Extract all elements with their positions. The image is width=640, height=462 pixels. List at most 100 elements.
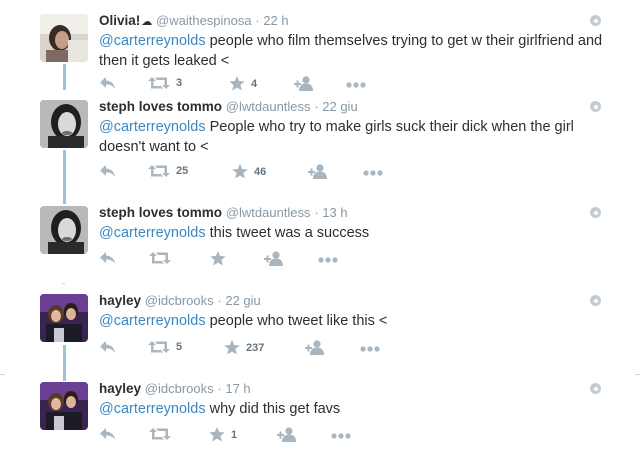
user-name[interactable]: Olivia! [99,13,140,28]
tweet-header: steph loves tommo @lwtdauntless · 13 h [99,205,348,220]
favorite-icon [210,251,226,266]
retweet-icon [148,77,170,89]
tweet-time[interactable]: · 22 giu [314,99,357,114]
settings-dot-icon[interactable] [590,101,601,112]
retweet-button[interactable]: 3 [148,76,182,90]
reply-icon [100,252,115,264]
favorite-count: 1 [231,428,238,441]
more-icon [331,433,351,439]
retweet-button[interactable]: 5 [148,340,182,354]
mention-link[interactable]: @carterreynolds [99,225,206,241]
retweet-count: 3 [176,77,183,89]
more-icon [318,257,338,263]
reply-button[interactable] [99,340,116,354]
settings-dot-icon[interactable] [590,207,601,218]
user-name[interactable]: steph loves tommo [99,205,222,220]
follow-icon [305,340,324,355]
favorite-count: 4 [251,77,258,90]
favorite-button[interactable]: 1 [209,427,237,442]
reply-button[interactable] [99,427,116,441]
tweet-body: why did this get favs [205,401,341,417]
thread-line [63,345,66,381]
user-name[interactable]: hayley [99,381,141,396]
tweet-time[interactable]: · 17 h [217,381,250,396]
follow-icon [264,251,283,266]
favorite-icon [229,76,245,91]
tweet-text: @carterreynolds People who try to make g… [99,118,604,157]
avatar[interactable] [40,206,88,254]
tweet-text: @carterreynolds people who tweet like th… [99,312,604,332]
more-icon [363,170,383,176]
avatar[interactable] [40,294,88,342]
tweet-header: steph loves tommo @lwtdauntless · 22 giu [99,99,358,114]
reply-icon [100,428,115,440]
user-handle[interactable]: @idcbrooks [145,293,214,308]
edge-mark [635,374,640,375]
settings-dot-icon[interactable] [590,295,601,306]
tweet-text: @carterreynolds this tweet was a success [99,224,604,244]
mention-link[interactable]: @carterreynolds [99,401,206,417]
settings-dot-icon[interactable] [590,383,601,394]
reply-icon [100,341,115,353]
favorite-button[interactable]: 237 [224,340,264,355]
follow-button[interactable] [294,76,314,91]
avatar[interactable] [40,382,88,430]
tweet-text: @carterreynolds people who film themselv… [99,32,604,71]
favorite-icon [224,340,240,355]
favorite-button[interactable]: 46 [232,164,266,179]
follow-icon [277,427,296,442]
reply-icon [100,165,115,177]
favorite-icon [209,427,225,442]
mention-link[interactable]: @carterreynolds [99,33,206,49]
follow-button[interactable] [308,164,328,179]
mention-link[interactable]: @carterreynolds [99,119,206,135]
avatar[interactable] [40,14,88,62]
tweet-time[interactable]: · 22 giu [217,293,260,308]
user-handle[interactable]: @waithespinosa [156,13,252,28]
retweet-count: 5 [176,341,183,353]
follow-button[interactable] [264,251,284,266]
tweet-time[interactable]: · 13 h [314,205,347,220]
user-handle[interactable]: @lwtdauntless [226,99,311,114]
favorite-count: 237 [246,341,265,354]
more-button[interactable] [318,257,338,263]
more-button[interactable] [346,82,366,88]
reply-button[interactable] [99,251,116,265]
follow-button[interactable] [305,340,325,355]
reply-button[interactable] [99,76,116,90]
follow-button[interactable] [277,427,297,442]
retweet-button[interactable]: 25 [148,164,188,178]
tweet-header: Olivia!☁ @waithespinosa · 22 h [99,13,289,28]
follow-icon [294,76,313,91]
user-handle[interactable]: @lwtdauntless [226,205,311,220]
tweet-text: @carterreynolds why did this get favs [99,400,604,420]
user-name[interactable]: steph loves tommo [99,99,222,114]
mention-link[interactable]: @carterreynolds [99,313,206,329]
favorite-button[interactable]: 4 [229,76,257,91]
tweet-time[interactable]: · 22 h [255,13,288,28]
edge-mark [0,374,5,375]
follow-icon [308,164,327,179]
more-icon [346,82,366,88]
user-handle[interactable]: @idcbrooks [145,381,214,396]
cloud-icon: ☁ [141,16,153,28]
tweet-body: people who tweet like this < [205,313,388,329]
reply-icon [100,77,115,89]
retweet-button[interactable] [149,251,171,265]
retweet-icon [149,428,171,440]
user-name[interactable]: hayley [99,293,141,308]
favorite-button[interactable] [210,251,226,266]
retweet-icon [148,165,170,177]
more-button[interactable] [360,346,380,352]
retweet-icon [149,252,171,264]
reply-button[interactable] [99,164,116,178]
retweet-count: 25 [176,165,189,177]
more-button[interactable] [363,170,383,176]
avatar[interactable] [40,100,88,148]
more-button[interactable] [331,433,351,439]
tweet-body: this tweet was a success [205,225,370,241]
settings-dot-icon[interactable] [590,15,601,26]
retweet-button[interactable] [149,427,171,441]
thread-line [63,64,66,90]
more-icon [360,346,380,352]
